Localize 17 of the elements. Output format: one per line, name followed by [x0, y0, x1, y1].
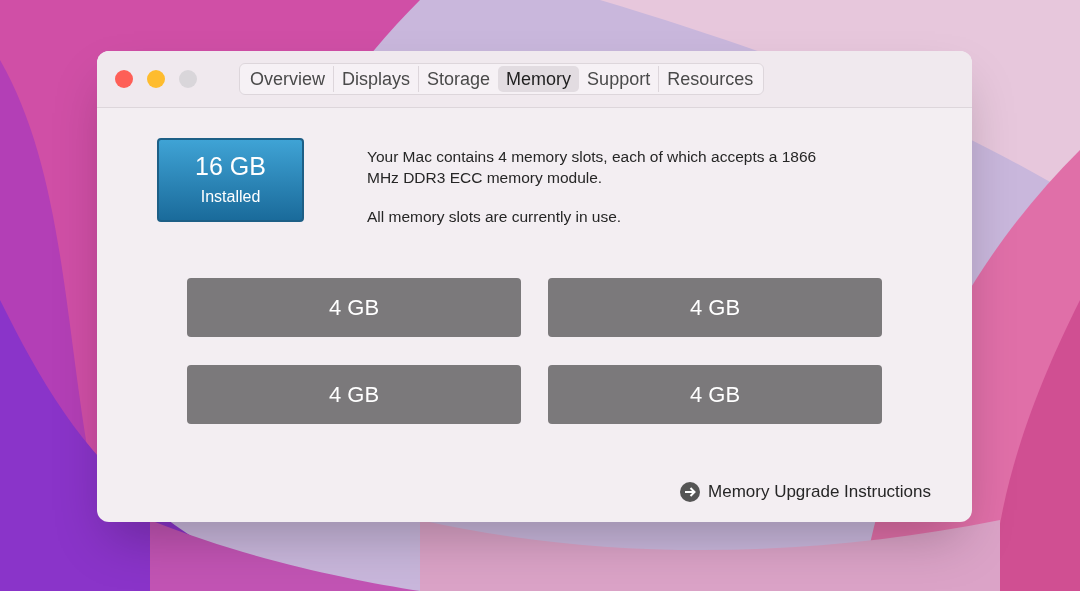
tab[interactable]: Overview — [242, 66, 333, 92]
window-control[interactable] — [147, 70, 165, 88]
tab[interactable]: Resources — [658, 66, 762, 92]
tab[interactable]: Memory — [498, 66, 580, 92]
description-text: Your Mac contains 4 memory slots, each of which accepts a 1866 MHz DDR3 ECC memory module. — [367, 147, 818, 188]
tab[interactable]: Support — [579, 66, 659, 92]
memory-label: Installed — [200, 187, 261, 207]
tab[interactable]: Displays — [333, 66, 419, 92]
memory-slot: 4 GB — [187, 365, 521, 424]
memory-size: 16 GB — [195, 151, 266, 181]
memory-slot: 4 GB — [548, 365, 882, 424]
description-text: All memory slots are currently in use. — [367, 207, 623, 227]
memory-slot: 4 GB — [548, 278, 882, 337]
upgrade-link[interactable]: Memory Upgrade Instructions — [680, 479, 931, 505]
window-control[interactable] — [115, 70, 133, 88]
memory-slot: 4 GB — [187, 278, 521, 337]
arrow-right-icon — [680, 481, 700, 502]
